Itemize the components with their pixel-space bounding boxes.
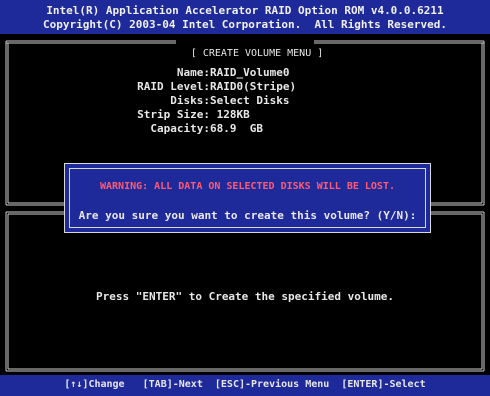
disks-value[interactable]: Select Disks	[210, 94, 289, 108]
strip-size-value[interactable]: 128KB	[210, 108, 250, 122]
bios-header: Intel(R) Application Accelerator RAID Op…	[0, 0, 490, 34]
status-bar: [↑↓]Change [TAB]-Next [ESC]-Previous Men…	[0, 375, 490, 396]
confirm-dialog[interactable]: WARNING: ALL DATA ON SELECTED DISKS WILL…	[64, 163, 431, 233]
raid-level-label: RAID Level:	[137, 80, 210, 93]
data-loss-warning: WARNING: ALL DATA ON SELECTED DISKS WILL…	[99, 181, 395, 192]
name-value[interactable]: RAID_Volume0	[210, 66, 289, 80]
help-text: Press "ENTER" to Create the specified vo…	[95, 290, 394, 303]
key-hints: [↑↓]Change [TAB]-Next [ESC]-Previous Men…	[64, 379, 426, 390]
create-volume-prompt[interactable]: Are you sure you want to create this vol…	[70, 209, 425, 222]
disks-label: Disks:	[170, 94, 210, 107]
header-copyright: Copyright(C) 2003-04 Intel Corporation. …	[43, 18, 447, 31]
capacity-value[interactable]: 68.9 GB	[210, 122, 263, 136]
header-title: Intel(R) Application Accelerator RAID Op…	[46, 4, 444, 17]
strip-size-label: Strip Size:	[137, 108, 210, 121]
name-label: Name:	[176, 66, 210, 79]
bios-screen: Intel(R) Application Accelerator RAID Op…	[0, 0, 490, 396]
confirm-dialog-border: WARNING: ALL DATA ON SELECTED DISKS WILL…	[69, 168, 426, 228]
raid-level-value[interactable]: RAID0(Stripe)	[210, 80, 296, 94]
menu-title-text: [ CREATE VOLUME MENU ]	[188, 48, 326, 59]
capacity-label: Capacity:	[150, 122, 210, 135]
